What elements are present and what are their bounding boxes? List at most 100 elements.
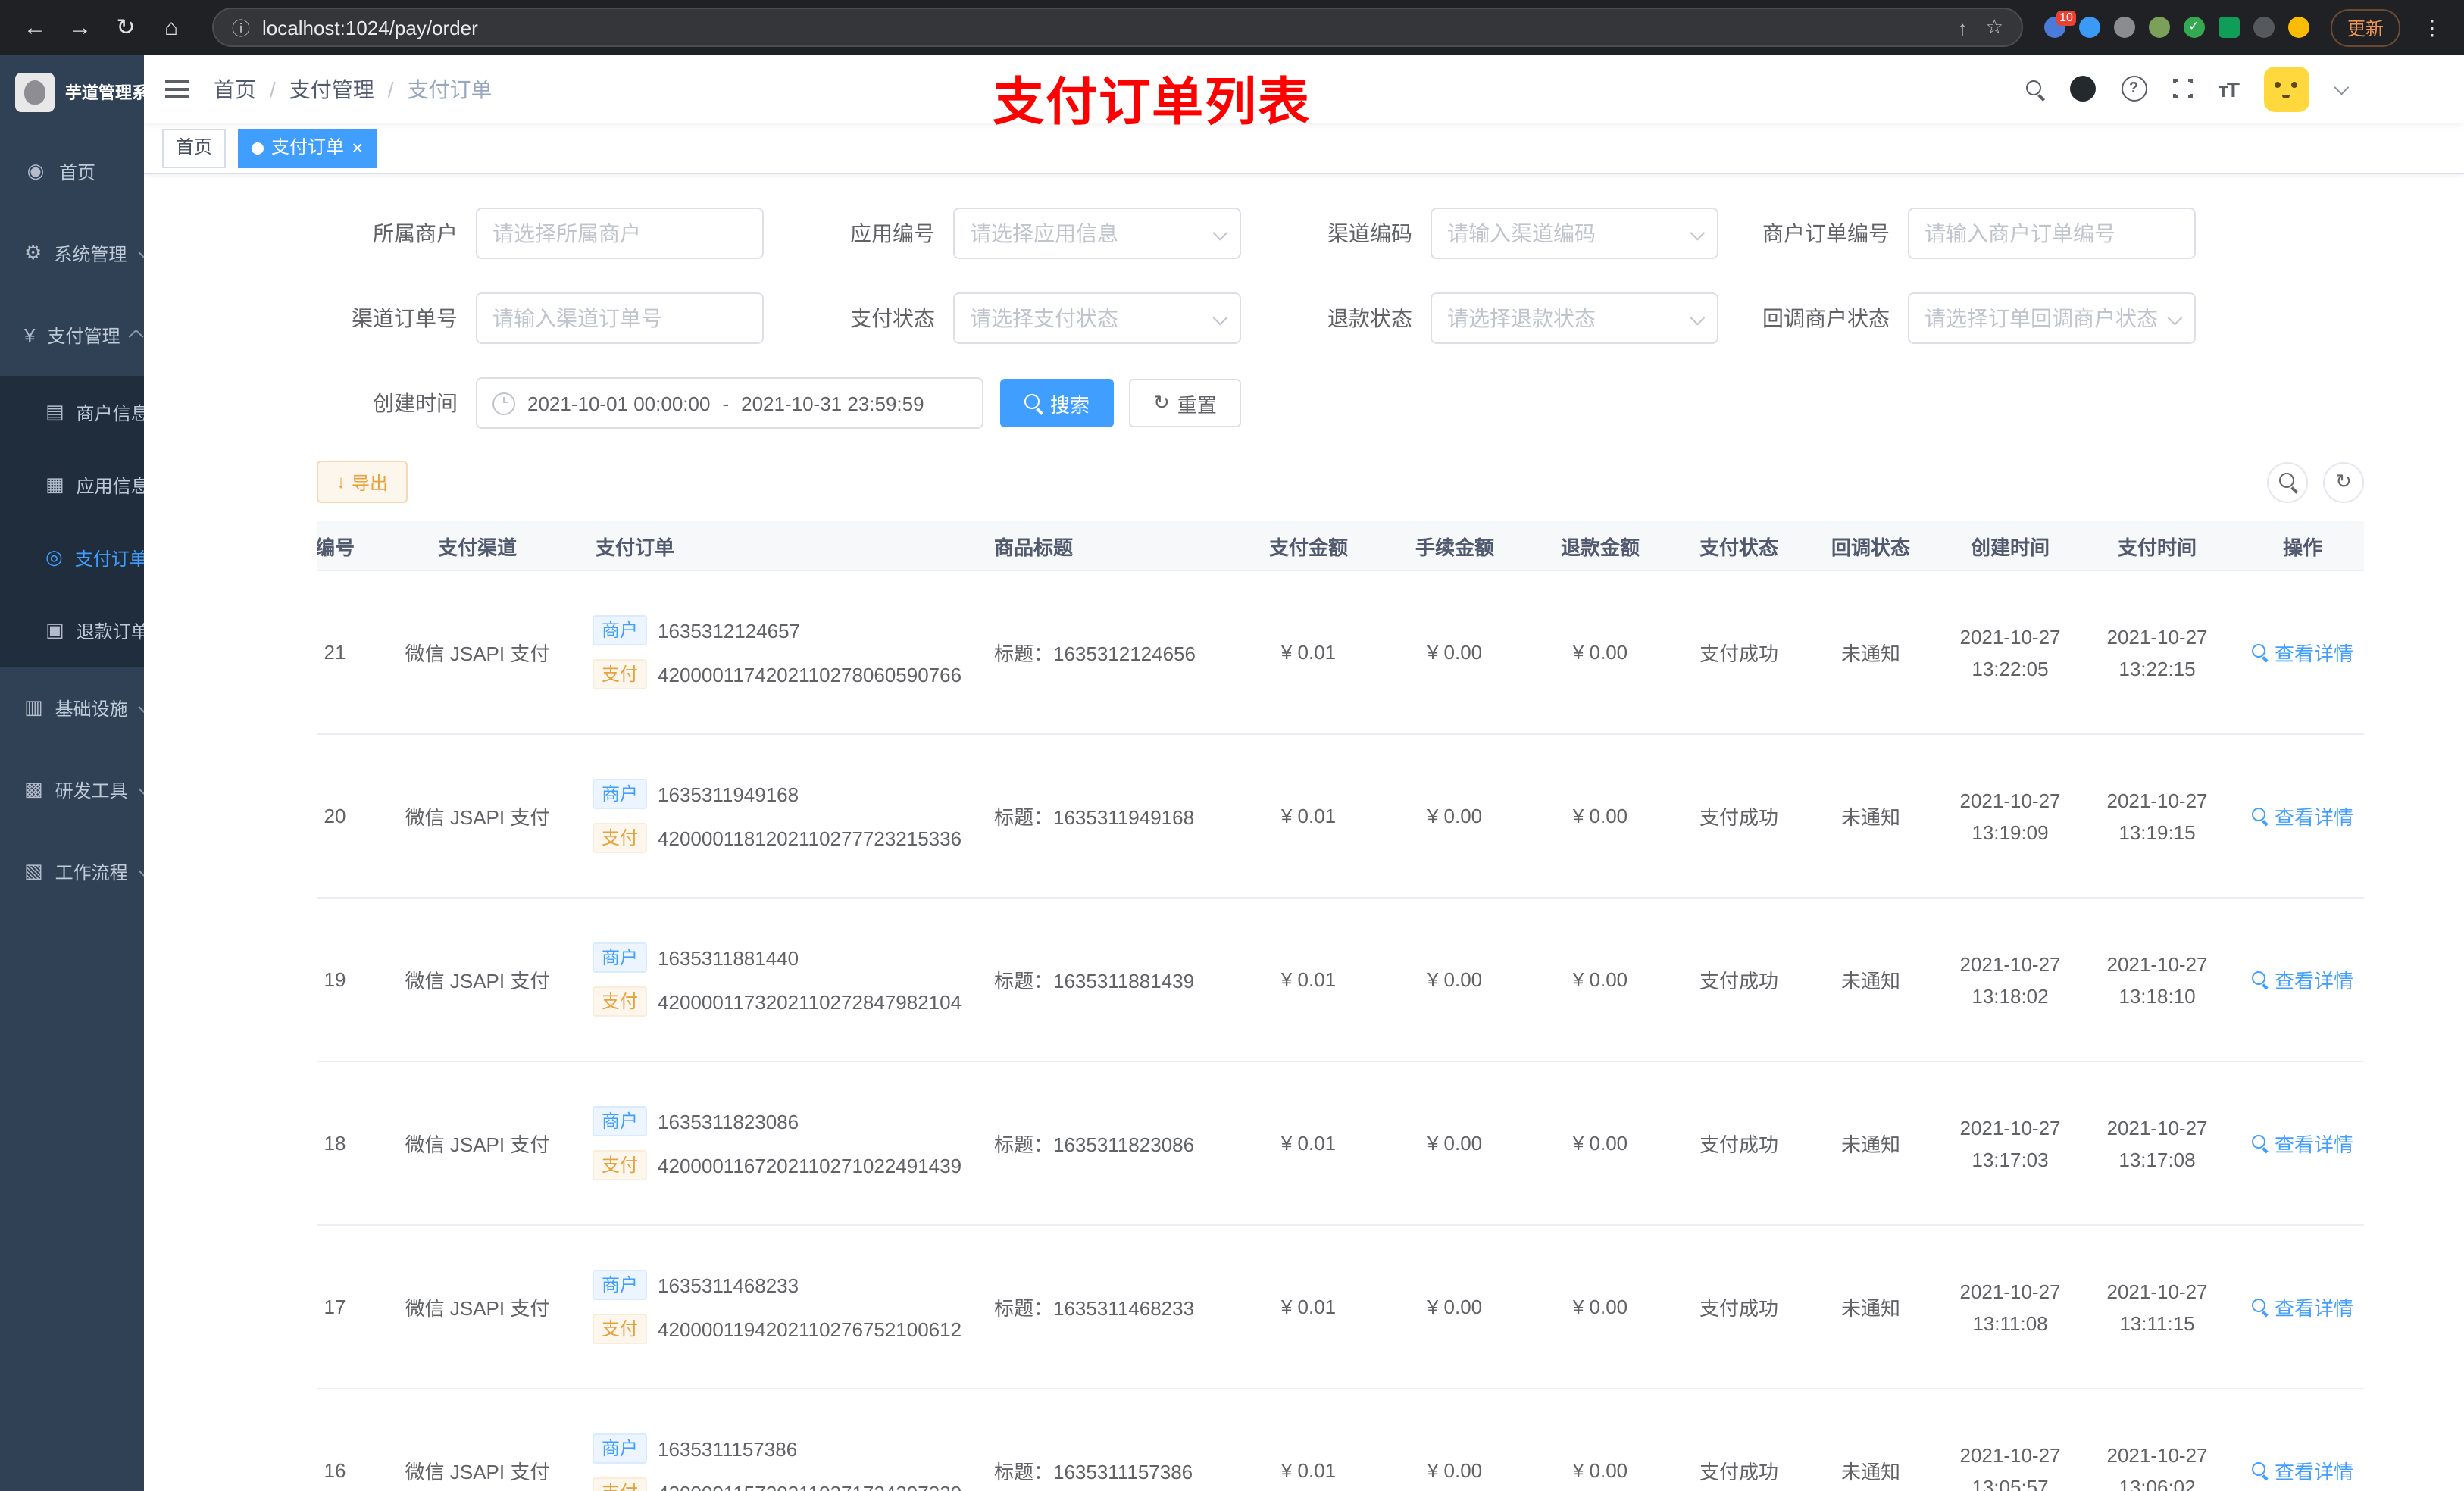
refresh-icon[interactable]: ↻ [106, 8, 145, 47]
refresh-table-button[interactable] [2323, 461, 2364, 502]
sidebar-item-system[interactable]: ⚙ 系统管理 [0, 212, 144, 294]
cell-order: 商户 1635311468233 支付 42000011942021102767… [583, 1270, 985, 1344]
search-icon[interactable] [2025, 80, 2043, 98]
channel-code-select[interactable]: 请输入渠道编码 [1431, 208, 1718, 259]
table-row[interactable]: 21 微信 JSAPI 支付 商户 1635312124657 支付 42000… [317, 571, 2364, 735]
github-icon[interactable] [2069, 76, 2096, 102]
channel-order-no-input[interactable] [476, 292, 764, 344]
user-avatar[interactable] [2264, 66, 2309, 111]
site-info-icon[interactable]: ⓘ [232, 14, 250, 40]
help-icon[interactable]: ? [2121, 76, 2147, 102]
search-button[interactable]: 搜索 [1000, 379, 1115, 427]
table-row[interactable]: 17 微信 JSAPI 支付 商户 1635311468233 支付 42000… [317, 1226, 2364, 1389]
url-text[interactable]: localhost:1024/pay/order [262, 16, 1958, 39]
share-icon[interactable]: ↑ [1958, 16, 1968, 39]
browser-menu-icon[interactable]: ⋮ [2416, 14, 2449, 40]
bookmark-star-icon[interactable]: ☆ [1986, 15, 2003, 39]
sidebar-item-infrastructure[interactable]: ▥ 基础设施 [0, 667, 144, 749]
breadcrumb-current: 支付订单 [407, 77, 492, 101]
sidebar-toggle-icon[interactable] [165, 80, 189, 98]
reset-button[interactable]: 重置 [1129, 379, 1241, 427]
cell-status: 支付成功 [1699, 1461, 1778, 1483]
table-row[interactable]: 18 微信 JSAPI 支付 商户 1635311823086 支付 42000… [317, 1062, 2364, 1226]
browser-chrome: ← → ↻ ⌂ ⓘ localhost:1024/pay/order ↑ ☆ 1… [0, 0, 2464, 55]
cell-order: 商户 1635311881440 支付 42000011732021102728… [583, 942, 985, 1017]
fullscreen-icon[interactable] [2169, 76, 2196, 102]
app-no-select[interactable]: 请选择应用信息 [953, 208, 1241, 259]
filter-merchant-order-no: 商户订单编号 [1749, 208, 2226, 259]
app-logo[interactable]: 芋道管理系统 [0, 55, 144, 130]
view-detail-link[interactable]: 查看详情 [2251, 638, 2353, 667]
column-header: 商品标题 [994, 536, 1074, 558]
merchant-input[interactable] [476, 208, 764, 259]
tab-pay-order[interactable]: 支付订单 × [238, 128, 377, 167]
chrome-update-button[interactable]: 更新 [2330, 8, 2400, 46]
cell-id: 16 [324, 1459, 346, 1482]
extension-icon[interactable] [2183, 17, 2205, 38]
extension-icon[interactable] [2218, 17, 2240, 38]
home-icon[interactable]: ⌂ [152, 8, 191, 47]
date-start[interactable]: 2021-10-01 00:00:00 [527, 392, 710, 414]
chevron-down-icon[interactable] [2334, 80, 2350, 95]
view-detail-link[interactable]: 查看详情 [2251, 802, 2353, 830]
font-size-icon[interactable]: ᴛT [2218, 77, 2240, 101]
cell-refund: ¥ 0.00 [1572, 1296, 1628, 1318]
merchant-order-no: 1635311468233 [658, 1274, 799, 1296]
table-body: 21 微信 JSAPI 支付 商户 1635312124657 支付 42000… [317, 571, 2364, 1491]
view-detail-link[interactable]: 查看详情 [2251, 1129, 2353, 1158]
extension-icon[interactable] [2148, 17, 2170, 38]
notify-status-select[interactable]: 请选择订单回调商户状态 [1908, 292, 2196, 344]
chevron-down-icon [139, 862, 144, 878]
sidebar-item-merchant-info[interactable]: ▤ 商户信息 [0, 376, 144, 449]
cell-create-time: 2021-10-27 13:05:57 [1959, 1443, 2061, 1491]
extension-icon[interactable] [2113, 17, 2135, 38]
extensions-cluster: 10 [2043, 11, 2309, 38]
view-detail-link[interactable]: 查看详情 [2251, 1456, 2353, 1485]
extension-icon[interactable]: 10 [2043, 11, 2076, 38]
close-icon[interactable]: × [352, 138, 363, 158]
breadcrumb-home[interactable]: 首页 [214, 73, 256, 104]
show-search-toggle-button[interactable] [2267, 461, 2308, 502]
magnifier-icon [2251, 971, 2269, 988]
breadcrumb-section[interactable]: 支付管理 [289, 73, 374, 104]
view-detail-link[interactable]: 查看详情 [2251, 965, 2353, 994]
back-icon[interactable]: ← [15, 8, 55, 47]
table-row[interactable]: 20 微信 JSAPI 支付 商户 1635311949168 支付 42000… [317, 735, 2364, 899]
pay-tag: 支付 [593, 1150, 648, 1180]
pay-status-select[interactable]: 请选择支付状态 [953, 292, 1241, 344]
annotation-title: 支付订单列表 [993, 74, 1311, 132]
sidebar-item-refund-order[interactable]: ▣ 退款订单 [0, 594, 144, 667]
date-end[interactable]: 2021-10-31 23:59:59 [741, 392, 924, 414]
cell-refund: ¥ 0.00 [1572, 641, 1628, 664]
sidebar-item-app-info[interactable]: ▦ 应用信息 [0, 449, 144, 521]
sidebar: 芋道管理系统 ◉ 首页 ⚙ 系统管理 ¥ 支付管理 ▤ 商户信息 [0, 55, 144, 1491]
address-bar[interactable]: ⓘ localhost:1024/pay/order ↑ ☆ [212, 8, 2023, 47]
chevron-down-icon [137, 244, 144, 260]
cell-title: 标题：1635311468233 [994, 1297, 1195, 1320]
cell-amount: ¥ 0.01 [1280, 641, 1337, 664]
merchant-order-no-input[interactable] [1908, 208, 2196, 259]
view-detail-link[interactable]: 查看详情 [2251, 1293, 2353, 1321]
forward-icon[interactable]: → [61, 8, 100, 47]
create-time-range-picker[interactable]: 2021-10-01 00:00:00 - 2021-10-31 23:59:5… [476, 377, 983, 429]
puzzle-extension-icon[interactable] [2253, 17, 2275, 38]
sidebar-item-pay-order[interactable]: ◎ 支付订单 [0, 521, 144, 594]
app-title: 芋道管理系统 [65, 85, 144, 103]
cell-id: 18 [324, 1132, 346, 1155]
sidebar-item-dev-tools[interactable]: ▩ 研发工具 [0, 749, 144, 830]
filter-channel-code: 渠道编码 请输入渠道编码 [1271, 208, 1749, 259]
sidebar-item-workflow[interactable]: ▧ 工作流程 [0, 830, 144, 912]
chevron-down-icon [1690, 224, 1706, 240]
profile-avatar-icon[interactable] [2287, 17, 2309, 38]
pay-tag: 支付 [593, 1314, 648, 1344]
filter-row-3: 创建时间 2021-10-01 00:00:00 - 2021-10-31 23… [317, 377, 2364, 429]
extension-icon[interactable] [2078, 17, 2100, 38]
export-button[interactable]: 导出 [317, 461, 408, 503]
sidebar-item-payment[interactable]: ¥ 支付管理 [0, 294, 144, 376]
refund-status-select[interactable]: 请选择退款状态 [1431, 292, 1718, 344]
merchant-tag: 商户 [593, 1270, 648, 1300]
tab-home[interactable]: 首页 [162, 128, 227, 167]
table-row[interactable]: 19 微信 JSAPI 支付 商户 1635311881440 支付 42000… [317, 899, 2364, 1062]
sidebar-item-home[interactable]: ◉ 首页 [0, 130, 144, 212]
table-row[interactable]: 16 微信 JSAPI 支付 商户 1635311157386 支付 42000… [317, 1389, 2364, 1491]
